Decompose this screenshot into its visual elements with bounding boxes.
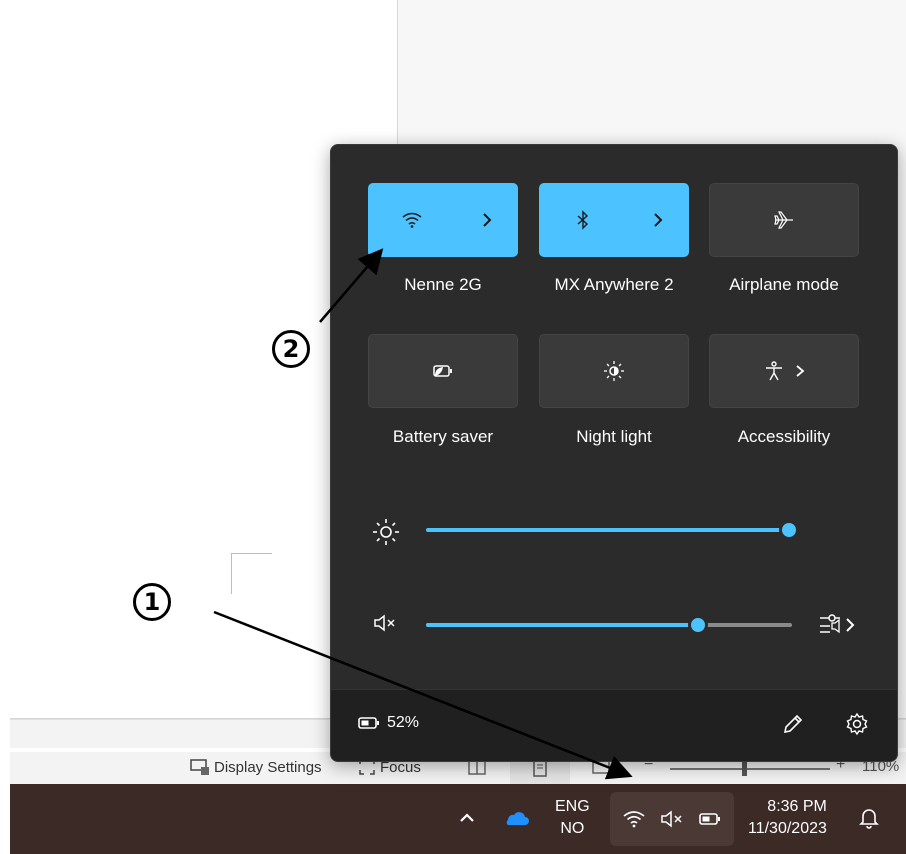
wifi-expand-button[interactable] [456,183,518,257]
wifi-toggle[interactable] [368,183,456,257]
night-light-icon [604,361,624,381]
onedrive-icon[interactable] [502,808,530,828]
display-settings-label: Display Settings [214,758,322,776]
annotation-marker-1: 1 [133,583,171,621]
bluetooth-toggle[interactable] [539,183,627,257]
night-light-tile[interactable] [539,334,689,408]
airplane-mode-tile[interactable] [709,183,859,257]
wifi-icon [623,811,645,828]
chevron-up-icon[interactable] [455,806,479,830]
bluetooth-icon [577,210,589,230]
pencil-icon[interactable] [781,712,805,736]
clock-date: 11/30/2023 [748,820,827,837]
wifi-tile-label: Nenne 2G [404,275,482,294]
language-code: ENG [555,798,590,815]
wifi-icon [402,212,422,228]
audio-output-icon[interactable] [818,609,860,639]
accessibility-icon [766,361,782,381]
airplane-icon [774,211,793,229]
wifi-tile[interactable] [368,183,518,257]
battery-saver-icon [433,365,452,377]
language-indicator[interactable]: ENG NO [555,796,590,840]
bluetooth-tile[interactable] [539,183,689,257]
accessibility-tile[interactable] [709,334,859,408]
volume-muted-icon [661,810,682,828]
chevron-right-icon [654,213,663,227]
battery-percent: 52% [387,714,420,731]
taskbar: ENG NO 8:36 PM 11/30/2023 [10,784,906,854]
brightness-slider-thumb[interactable] [779,520,799,540]
bluetooth-tile-label: MX Anywhere 2 [554,275,674,294]
gear-icon[interactable] [845,712,869,736]
annotation-marker-2: 2 [272,330,310,368]
volume-muted-icon[interactable] [373,612,401,634]
quick-settings-flyout: Nenne 2G MX Anywhere 2 Airplane mode Bat… [330,144,898,762]
brightness-icon [373,519,399,545]
brightness-slider[interactable] [426,528,791,532]
battery-saver-tile[interactable] [368,334,518,408]
display-settings-button[interactable]: Display Settings [190,758,322,776]
bell-icon[interactable] [858,806,880,830]
zoom-slider-thumb[interactable] [742,760,747,776]
zoom-slider[interactable] [670,768,830,770]
battery-icon [698,813,720,825]
clock[interactable]: 8:36 PM 11/30/2023 [748,796,827,840]
chevron-right-icon [796,365,805,377]
display-settings-icon [190,759,209,775]
quick-settings-button[interactable] [610,792,734,846]
page-crop-mark [231,553,272,594]
volume-slider-fill [426,623,699,627]
night-light-tile-label: Night light [576,427,652,446]
volume-slider-thumb[interactable] [688,615,708,635]
chevron-right-icon [483,213,492,227]
flyout-footer: 52% [331,689,897,761]
battery-saver-tile-label: Battery saver [392,427,494,446]
airplane-mode-tile-label: Airplane mode [729,275,839,294]
bluetooth-expand-button[interactable] [627,183,689,257]
keyboard-layout: NO [560,820,585,837]
clock-time: 8:36 PM [767,798,827,815]
accessibility-tile-label: Accessibility [737,427,831,446]
battery-icon [358,717,379,729]
battery-status[interactable]: 52% [357,714,419,732]
